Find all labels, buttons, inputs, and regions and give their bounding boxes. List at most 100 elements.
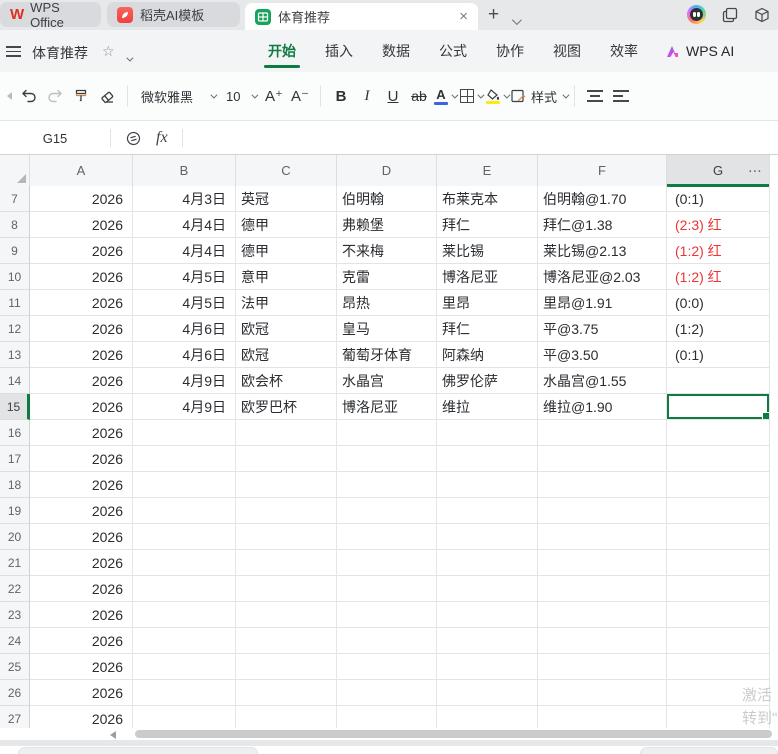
cell-A16[interactable]: 2026 bbox=[30, 420, 133, 446]
cell-F7[interactable]: 伯明翰@1.70 bbox=[538, 186, 667, 212]
row-header-8[interactable]: 8 bbox=[0, 212, 30, 238]
cell-A18[interactable]: 2026 bbox=[30, 472, 133, 498]
cell-C25[interactable] bbox=[236, 654, 337, 680]
cell-F21[interactable] bbox=[538, 550, 667, 576]
cell-E18[interactable] bbox=[437, 472, 538, 498]
cell-F18[interactable] bbox=[538, 472, 667, 498]
cell-C7[interactable]: 英冠 bbox=[236, 186, 337, 212]
row-header-21[interactable]: 21 bbox=[0, 550, 30, 576]
menu-item-公式[interactable]: 公式 bbox=[437, 31, 469, 71]
row-header-19[interactable]: 19 bbox=[0, 498, 30, 524]
cell-F26[interactable] bbox=[538, 680, 667, 706]
cell-E24[interactable] bbox=[437, 628, 538, 654]
main-menu-icon[interactable] bbox=[6, 46, 21, 57]
cell-E21[interactable] bbox=[437, 550, 538, 576]
cell-A8[interactable]: 2026 bbox=[30, 212, 133, 238]
cell-E16[interactable] bbox=[437, 420, 538, 446]
fill-color-button[interactable] bbox=[484, 82, 511, 110]
favorite-star-icon[interactable]: ☆ bbox=[102, 43, 115, 60]
column-header-D[interactable]: D bbox=[337, 155, 437, 186]
cell-D12[interactable]: 皇马 bbox=[337, 316, 437, 342]
cell-F14[interactable]: 水晶宫@1.55 bbox=[538, 368, 667, 394]
decrease-font-button[interactable]: A⁻ bbox=[287, 82, 313, 110]
column-header-E[interactable]: E bbox=[437, 155, 538, 186]
cell-E23[interactable] bbox=[437, 602, 538, 628]
cell-C10[interactable]: 意甲 bbox=[236, 264, 337, 290]
align-left-icon[interactable] bbox=[608, 82, 634, 110]
strikethrough-button[interactable]: ab bbox=[406, 82, 432, 110]
cell-C15[interactable]: 欧罗巴杯 bbox=[236, 394, 337, 420]
row-header-20[interactable]: 20 bbox=[0, 524, 30, 550]
cell-F16[interactable] bbox=[538, 420, 667, 446]
cell-C20[interactable] bbox=[236, 524, 337, 550]
insert-function-icon[interactable] bbox=[125, 130, 142, 147]
cell-A7[interactable]: 2026 bbox=[30, 186, 133, 212]
cell-E12[interactable]: 拜仁 bbox=[437, 316, 538, 342]
cell-A9[interactable]: 2026 bbox=[30, 238, 133, 264]
row-header-12[interactable]: 12 bbox=[0, 316, 30, 342]
tab-list-chevron-icon[interactable] bbox=[511, 12, 522, 30]
cell-E8[interactable]: 拜仁 bbox=[437, 212, 538, 238]
cell-G10[interactable]: (1:2) 红 bbox=[667, 264, 770, 290]
fx-icon[interactable]: fx bbox=[156, 129, 168, 147]
cell-C18[interactable] bbox=[236, 472, 337, 498]
cell-A19[interactable]: 2026 bbox=[30, 498, 133, 524]
row-header-25[interactable]: 25 bbox=[0, 654, 30, 680]
cell-D13[interactable]: 葡萄牙体育 bbox=[337, 342, 437, 368]
cell-C8[interactable]: 德甲 bbox=[236, 212, 337, 238]
cell-D19[interactable] bbox=[337, 498, 437, 524]
eraser-icon[interactable] bbox=[94, 82, 120, 110]
cell-D16[interactable] bbox=[337, 420, 437, 446]
cell-D23[interactable] bbox=[337, 602, 437, 628]
cell-B21[interactable] bbox=[133, 550, 236, 576]
cell-F22[interactable] bbox=[538, 576, 667, 602]
menu-item-数据[interactable]: 数据 bbox=[380, 31, 412, 71]
bold-button[interactable]: B bbox=[328, 82, 354, 110]
cell-F25[interactable] bbox=[538, 654, 667, 680]
undo-button[interactable] bbox=[16, 82, 42, 110]
cell-C14[interactable]: 欧会杯 bbox=[236, 368, 337, 394]
cell-G7[interactable]: (0:1) bbox=[667, 186, 770, 212]
cell-G20[interactable] bbox=[667, 524, 770, 550]
cell-A22[interactable]: 2026 bbox=[30, 576, 133, 602]
column-header-B[interactable]: B bbox=[133, 155, 236, 186]
scroll-left-icon[interactable] bbox=[110, 731, 116, 739]
cell-G17[interactable] bbox=[667, 446, 770, 472]
column-more-icon[interactable]: ⋯ bbox=[748, 162, 763, 179]
cube-3d-icon[interactable] bbox=[754, 7, 770, 23]
menu-item-插入[interactable]: 插入 bbox=[323, 31, 355, 71]
cell-G24[interactable] bbox=[667, 628, 770, 654]
cell-G13[interactable]: (0:1) bbox=[667, 342, 770, 368]
row-header-24[interactable]: 24 bbox=[0, 628, 30, 654]
menu-item-视图[interactable]: 视图 bbox=[551, 31, 583, 71]
formula-input[interactable] bbox=[183, 122, 778, 154]
row-header-13[interactable]: 13 bbox=[0, 342, 30, 368]
cell-D17[interactable] bbox=[337, 446, 437, 472]
cell-B20[interactable] bbox=[133, 524, 236, 550]
cell-B11[interactable]: 4月5日 bbox=[133, 290, 236, 316]
cell-C21[interactable] bbox=[236, 550, 337, 576]
name-box[interactable]: G15 bbox=[0, 131, 110, 146]
cell-B19[interactable] bbox=[133, 498, 236, 524]
new-tab-button[interactable]: + bbox=[488, 4, 499, 26]
cell-C26[interactable] bbox=[236, 680, 337, 706]
cell-D14[interactable]: 水晶宫 bbox=[337, 368, 437, 394]
cell-D26[interactable] bbox=[337, 680, 437, 706]
cell-B17[interactable] bbox=[133, 446, 236, 472]
cell-F8[interactable]: 拜仁@1.38 bbox=[538, 212, 667, 238]
cell-D24[interactable] bbox=[337, 628, 437, 654]
cell-F13[interactable]: 平@3.50 bbox=[538, 342, 667, 368]
cell-B8[interactable]: 4月4日 bbox=[133, 212, 236, 238]
align-center-icon[interactable] bbox=[582, 82, 608, 110]
cell-C19[interactable] bbox=[236, 498, 337, 524]
row-header-9[interactable]: 9 bbox=[0, 238, 30, 264]
row-header-10[interactable]: 10 bbox=[0, 264, 30, 290]
cell-E13[interactable]: 阿森纳 bbox=[437, 342, 538, 368]
column-header-A[interactable]: A bbox=[30, 155, 133, 186]
cell-E17[interactable] bbox=[437, 446, 538, 472]
cell-D15[interactable]: 博洛尼亚 bbox=[337, 394, 437, 420]
cell-C11[interactable]: 法甲 bbox=[236, 290, 337, 316]
cell-D22[interactable] bbox=[337, 576, 437, 602]
cell-E20[interactable] bbox=[437, 524, 538, 550]
cell-E22[interactable] bbox=[437, 576, 538, 602]
